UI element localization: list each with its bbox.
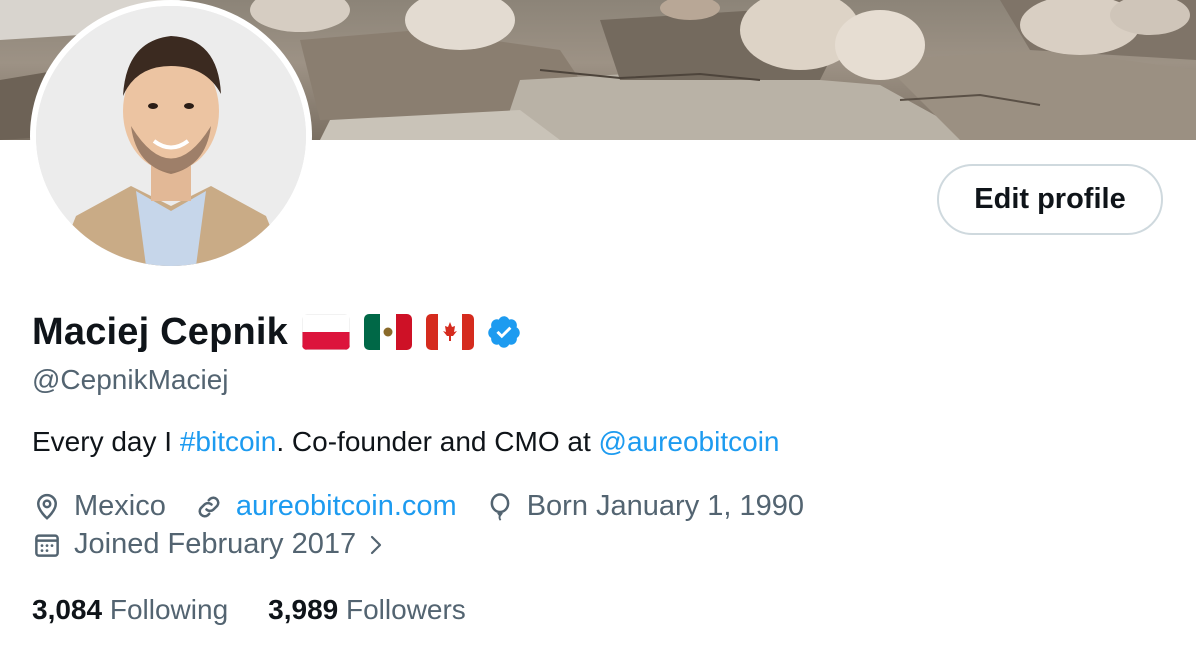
avatar-photo: [36, 6, 306, 266]
birthday-text: Born January 1, 1990: [526, 490, 805, 522]
canada-flag-icon: [426, 314, 475, 350]
profile-handle: @CepnikMaciej: [32, 364, 229, 395]
following-count: 3,084: [32, 594, 103, 625]
profile-bio: Every day I #bitcoin. Co-founder and CMO…: [32, 426, 780, 458]
edit-profile-button[interactable]: Edit profile: [937, 164, 1163, 235]
website-link[interactable]: aureobitcoin.com: [236, 490, 457, 523]
followers-label: Followers: [346, 594, 466, 625]
link-icon: [198, 496, 220, 517]
following-link[interactable]: 3,084 Following: [32, 594, 228, 626]
poland-flag-icon: [302, 314, 351, 350]
profile-name: Maciej Cepnik: [32, 310, 289, 353]
following-label: Following: [109, 594, 229, 625]
profile-meta-row: Mexico aureobitcoin.com Born January 1, …: [32, 490, 832, 523]
verified-badge-icon[interactable]: [486, 314, 522, 350]
followers-count: 3,989: [268, 594, 339, 625]
joined-text: Joined February 2017: [74, 528, 357, 560]
bio-hashtag-link[interactable]: #bitcoin: [180, 426, 277, 457]
bio-mention-link[interactable]: @aureobitcoin: [599, 426, 780, 457]
location-text: Mexico: [74, 490, 166, 522]
joined-row: Joined February 2017: [32, 528, 428, 561]
website-item: aureobitcoin.com: [194, 490, 457, 523]
followers-link[interactable]: 3,989 Followers: [268, 594, 466, 626]
profile-name-row: Maciej Cepnik: [32, 306, 522, 358]
bio-text-middle: . Co-founder and CMO at: [276, 426, 599, 457]
profile-avatar[interactable]: [30, 0, 312, 272]
calendar-icon: [35, 533, 59, 557]
follow-stats: 3,084 Following 3,989 Followers: [32, 594, 506, 626]
joined-item[interactable]: Joined February 2017: [32, 528, 400, 561]
location-pin-icon: [36, 493, 58, 520]
mexico-flag-icon: [364, 314, 413, 350]
location-item: Mexico: [32, 490, 166, 523]
balloon-icon: [490, 492, 510, 521]
chevron-right-icon[interactable]: [364, 531, 388, 559]
birthday-item: Born January 1, 1990: [485, 490, 804, 523]
bio-text-prefix: Every day I: [32, 426, 180, 457]
